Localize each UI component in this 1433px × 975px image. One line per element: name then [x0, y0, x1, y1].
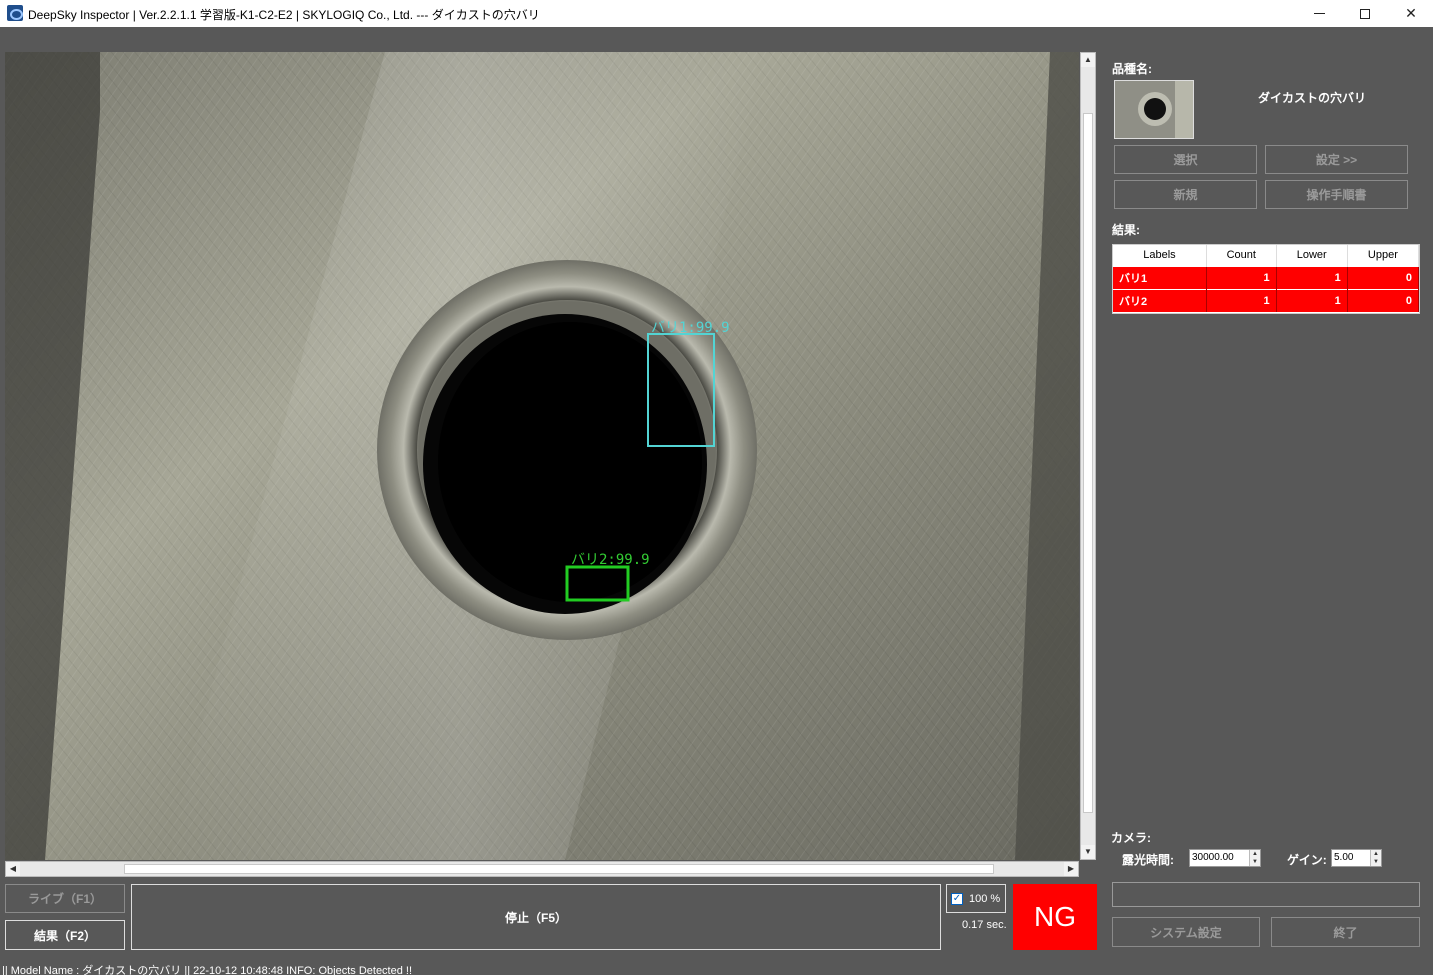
- close-button[interactable]: ✕: [1388, 0, 1433, 27]
- result-button[interactable]: 結果（F2）: [5, 920, 125, 950]
- zoom-fit-checkbox[interactable]: ✓ 100 %: [946, 884, 1006, 913]
- new-button[interactable]: 新規: [1114, 180, 1257, 209]
- vertical-scroll-thumb[interactable]: [1083, 113, 1093, 813]
- row-upper: 0: [1347, 288, 1420, 312]
- product-name: ダイカストの穴バリ: [1258, 91, 1367, 105]
- results-label: 結果:: [1112, 223, 1140, 237]
- exposure-value: 30000.00: [1192, 852, 1234, 863]
- vertical-scrollbar[interactable]: ▲ ▼: [1080, 52, 1096, 860]
- select-button[interactable]: 選択: [1114, 145, 1257, 174]
- maximize-icon: [1360, 8, 1370, 19]
- column-header[interactable]: Labels: [1113, 245, 1207, 266]
- row-lower: 1: [1276, 265, 1348, 289]
- manual-button[interactable]: 操作手順書: [1265, 180, 1408, 209]
- exposure-input[interactable]: 30000.00 ▲ ▼: [1189, 849, 1261, 867]
- row-count: 1: [1206, 265, 1277, 289]
- row-label: バリ2: [1113, 288, 1207, 312]
- stop-button[interactable]: 停止（F5）: [131, 884, 941, 950]
- zoom-label: 100 %: [969, 892, 1001, 905]
- product-label: 品種名:: [1112, 62, 1152, 76]
- scroll-left-icon[interactable]: ◀: [6, 862, 20, 876]
- horizontal-scrollbar[interactable]: ◀ ▶: [5, 861, 1079, 877]
- horizontal-scroll-thumb[interactable]: [124, 864, 994, 874]
- minimize-button[interactable]: [1296, 0, 1342, 27]
- scroll-up-icon[interactable]: ▲: [1081, 53, 1095, 67]
- table-row[interactable]: バリ2 1 1 0: [1113, 288, 1420, 312]
- status-bar: || Model Name : ダイカストの穴バリ || 22-10-12 10…: [2, 965, 413, 975]
- results-table: Labels Count Lower Upper バリ1 1 1 0 バリ2 1…: [1112, 244, 1420, 314]
- system-settings-button[interactable]: システム設定: [1112, 917, 1260, 947]
- checkbox-check-icon[interactable]: ✓: [951, 892, 963, 905]
- maximize-button[interactable]: [1342, 0, 1388, 27]
- column-header[interactable]: Upper: [1347, 245, 1420, 266]
- scroll-down-icon[interactable]: ▼: [1081, 845, 1095, 859]
- column-header[interactable]: Count: [1206, 245, 1277, 266]
- row-lower: 1: [1276, 288, 1348, 312]
- gain-input[interactable]: 5.00 ▲ ▼: [1331, 849, 1382, 867]
- detection-label-1: バリ1:99.9: [651, 320, 730, 336]
- judgement-badge: NG: [1013, 884, 1097, 950]
- minimize-icon: [1313, 13, 1325, 14]
- title-bar: DeepSky Inspector | Ver.2.2.1.1 学習版-K1-C…: [0, 0, 1433, 27]
- app-icon: [7, 5, 23, 21]
- camera-label: カメラ:: [1111, 831, 1151, 845]
- close-icon: ✕: [1405, 5, 1417, 21]
- exit-button[interactable]: 終了: [1271, 917, 1420, 947]
- product-thumbnail: [1114, 80, 1194, 139]
- live-button[interactable]: ライブ（F1）: [5, 884, 125, 913]
- status-field: [1112, 882, 1420, 907]
- exposure-label: 露光時間:: [1122, 853, 1174, 867]
- product-thumbnail-image: [1115, 81, 1193, 138]
- inspection-image-viewer[interactable]: バリ1:99.9 バリ2:99.9: [5, 52, 1079, 860]
- scroll-right-icon[interactable]: ▶: [1064, 862, 1078, 876]
- gain-value: 5.00: [1334, 852, 1354, 863]
- row-upper: 0: [1347, 265, 1420, 289]
- inspection-image: [5, 52, 1079, 860]
- inspection-time: 0.17 sec.: [962, 919, 1007, 931]
- table-header-row: Labels Count Lower Upper: [1113, 245, 1420, 266]
- settings-button[interactable]: 設定 >>: [1265, 145, 1408, 174]
- gain-label: ゲイン:: [1287, 853, 1327, 867]
- spinner-icon[interactable]: ▲ ▼: [1370, 850, 1381, 866]
- column-header[interactable]: Lower: [1276, 245, 1348, 266]
- row-count: 1: [1206, 288, 1277, 312]
- row-label: バリ1: [1113, 265, 1207, 289]
- table-row[interactable]: バリ1 1 1 0: [1113, 265, 1420, 289]
- window-title: DeepSky Inspector | Ver.2.2.1.1 学習版-K1-C…: [28, 8, 540, 22]
- detection-label-2: バリ2:99.9: [571, 552, 650, 568]
- spinner-icon[interactable]: ▲ ▼: [1249, 850, 1260, 866]
